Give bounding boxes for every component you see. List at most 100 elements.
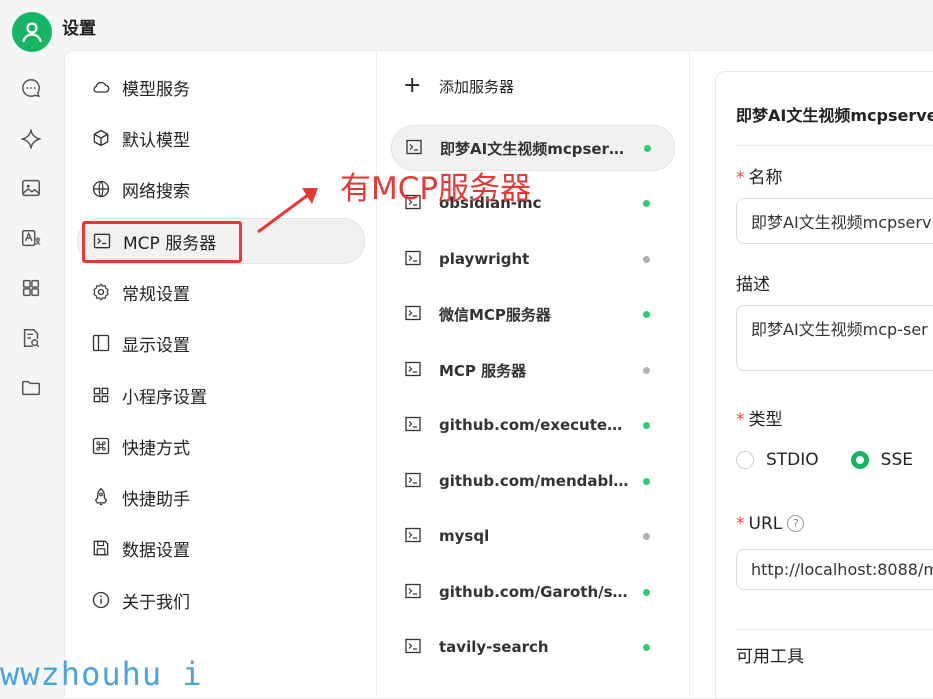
status-dot <box>643 199 650 207</box>
sparkle-icon[interactable] <box>19 127 43 151</box>
settings-menu: 模型服务 默认模型 网络搜索 MCP 服务器 常规设置 显示设置 小程序设置 快… <box>65 51 377 697</box>
avatar[interactable] <box>12 12 52 52</box>
info-icon <box>90 589 112 611</box>
add-server-button[interactable]: + 添加服务器 <box>403 75 514 97</box>
page-title: 设置 <box>62 19 96 39</box>
status-dot <box>643 532 650 540</box>
menu-item-about[interactable]: 关于我们 <box>77 578 363 622</box>
url-label: * URL? <box>736 514 805 534</box>
server-name: mysql <box>439 527 490 545</box>
gear-icon <box>90 281 112 303</box>
status-dot <box>643 421 650 429</box>
description-label: 描述 <box>736 275 770 295</box>
status-dot <box>643 255 650 263</box>
divider <box>736 145 933 146</box>
cloud-icon <box>90 76 112 98</box>
layout-icon <box>90 332 112 354</box>
menu-item-label: 模型服务 <box>122 79 190 100</box>
server-item[interactable]: mysql <box>391 514 673 558</box>
terminal-icon <box>405 583 423 601</box>
radio-stdio-label: STDIO <box>766 450 819 470</box>
server-item[interactable]: github.com/Garoth/slee... <box>391 570 673 614</box>
status-dot <box>644 144 651 152</box>
server-name: github.com/mendableai... <box>439 472 631 490</box>
server-item[interactable]: 微信MCP服务器 <box>391 292 673 336</box>
radio-sse[interactable] <box>850 451 869 469</box>
terminal-icon <box>405 416 423 434</box>
globe-icon <box>90 178 112 200</box>
server-name: 即梦AI文生视频mcpserver <box>440 139 632 158</box>
plus-icon: + <box>403 73 422 98</box>
available-tools-label: 可用工具 <box>736 647 804 667</box>
translate-icon[interactable] <box>19 227 43 251</box>
server-name: MCP 服务器 <box>439 361 527 380</box>
description-field[interactable]: 即梦AI文生视频mcp-ser <box>736 305 933 371</box>
avatar-icon <box>22 22 42 43</box>
url-field[interactable]: http://localhost:8088/m <box>736 549 933 590</box>
radio-stdio[interactable] <box>736 451 754 469</box>
annotation-arrow-icon <box>257 188 318 234</box>
apps-icon[interactable] <box>19 276 43 300</box>
settings-panel: 模型服务 默认模型 网络搜索 MCP 服务器 常规设置 显示设置 小程序设置 快… <box>64 50 933 699</box>
menu-item-label: 数据设置 <box>122 540 190 561</box>
menu-item-label: 快捷方式 <box>122 438 190 459</box>
add-server-label: 添加服务器 <box>439 77 515 96</box>
server-item[interactable]: github.com/executeaut... <box>391 403 673 447</box>
menu-item-label: 网络搜索 <box>122 181 190 202</box>
status-dot <box>643 366 650 374</box>
menu-item-label: 显示设置 <box>122 335 190 356</box>
server-item[interactable]: MCP 服务器 <box>391 348 673 392</box>
chat-icon[interactable] <box>19 76 43 100</box>
menu-item-general-settings[interactable]: 常规设置 <box>77 270 363 314</box>
server-name: github.com/executeaut... <box>439 416 631 434</box>
menu-item-model-service[interactable]: 模型服务 <box>77 65 363 109</box>
menu-item-miniapp-settings[interactable]: 小程序设置 <box>77 373 363 417</box>
server-item[interactable]: github.com/mendableai... <box>391 459 673 503</box>
menu-item-label: 常规设置 <box>122 284 190 305</box>
terminal-icon <box>405 527 423 545</box>
terminal-icon <box>405 361 423 379</box>
rocket-icon <box>90 486 112 508</box>
server-name: tavily-search <box>439 638 549 656</box>
server-name: playwright <box>439 250 530 268</box>
terminal-icon <box>406 139 424 157</box>
folder-icon[interactable] <box>19 376 43 400</box>
cube-icon <box>90 127 112 149</box>
status-dot <box>643 310 650 318</box>
divider <box>736 629 933 630</box>
image-icon[interactable] <box>19 176 43 200</box>
status-dot <box>643 643 650 651</box>
server-name: github.com/Garoth/slee... <box>439 583 631 601</box>
document-search-icon[interactable] <box>19 326 43 350</box>
menu-item-label: 快捷助手 <box>122 489 190 510</box>
watermark: wwzhouhu i <box>0 655 203 693</box>
radio-sse-label: SSE <box>880 450 913 470</box>
annotation-text: 有MCP服务器 <box>340 171 532 207</box>
menu-item-label: 关于我们 <box>122 592 190 613</box>
type-label: * 类型 <box>736 410 783 430</box>
menu-item-quick-assistant[interactable]: 快捷助手 <box>77 475 363 519</box>
menu-item-label: 默认模型 <box>122 130 190 151</box>
name-field[interactable]: 即梦AI文生视频mcpserv <box>736 198 933 244</box>
type-radio-group: STDIO SSE <box>736 450 913 470</box>
name-label: * 名称 <box>736 168 783 188</box>
menu-item-data-settings[interactable]: 数据设置 <box>77 526 363 570</box>
save-icon <box>90 537 112 559</box>
status-dot <box>643 588 650 596</box>
menu-item-default-model[interactable]: 默认模型 <box>77 116 363 160</box>
server-name: 微信MCP服务器 <box>439 305 551 324</box>
server-detail-panel: 即梦AI文生视频mcpserve * 名称 即梦AI文生视频mcpserv 描述 … <box>715 71 933 699</box>
server-item[interactable]: tavily-search <box>391 625 673 669</box>
server-item[interactable]: playwright <box>391 237 673 281</box>
annotation-highlight-box <box>82 221 242 263</box>
menu-item-label: 小程序设置 <box>122 387 207 408</box>
help-icon[interactable]: ? <box>787 515 805 532</box>
command-icon <box>90 435 112 457</box>
menu-item-shortcuts[interactable]: 快捷方式 <box>77 424 363 468</box>
mcp-server-list: + 添加服务器 即梦AI文生视频mcpserver obsidian-mc pl… <box>377 51 690 697</box>
grid-icon <box>90 384 112 406</box>
menu-item-display-settings[interactable]: 显示设置 <box>77 321 363 365</box>
status-dot <box>643 477 650 485</box>
terminal-icon <box>405 472 423 490</box>
terminal-icon <box>405 638 423 656</box>
